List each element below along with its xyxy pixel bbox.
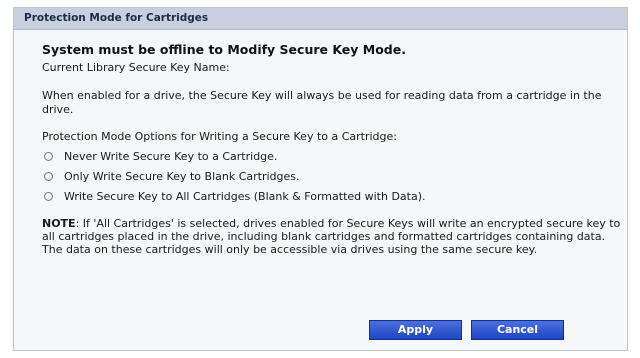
panel-content: System must be offline to Modify Secure … (14, 42, 627, 256)
apply-button[interactable]: Apply (369, 320, 462, 340)
offline-warning-heading: System must be offline to Modify Secure … (42, 42, 406, 57)
option-label: Only Write Secure Key to Blank Cartridge… (64, 170, 300, 183)
note-text: NOTE: If 'All Cartridges' is selected, d… (42, 217, 627, 256)
cancel-button[interactable]: Cancel (471, 320, 564, 340)
radio-all-cartridges[interactable] (44, 192, 53, 201)
protection-mode-panel: Protection Mode for Cartridges System mu… (13, 7, 628, 351)
note-label: NOTE (42, 217, 76, 230)
panel-title: Protection Mode for Cartridges (14, 8, 627, 30)
radio-never-write[interactable] (44, 152, 53, 161)
current-key-label: Current Library Secure Key Name: (42, 61, 230, 74)
option-blank-only[interactable]: Only Write Secure Key to Blank Cartridge… (44, 170, 627, 183)
option-label: Never Write Secure Key to a Cartridge. (64, 150, 278, 163)
options-title: Protection Mode Options for Writing a Se… (42, 130, 397, 143)
option-label: Write Secure Key to All Cartridges (Blan… (64, 190, 426, 203)
note-body: : If 'All Cartridges' is selected, drive… (42, 217, 621, 256)
radio-blank-only[interactable] (44, 172, 53, 181)
option-never-write[interactable]: Never Write Secure Key to a Cartridge. (44, 150, 627, 163)
description-text: When enabled for a drive, the Secure Key… (42, 89, 602, 116)
option-all-cartridges[interactable]: Write Secure Key to All Cartridges (Blan… (44, 190, 627, 203)
button-bar: Apply Cancel (369, 320, 573, 340)
